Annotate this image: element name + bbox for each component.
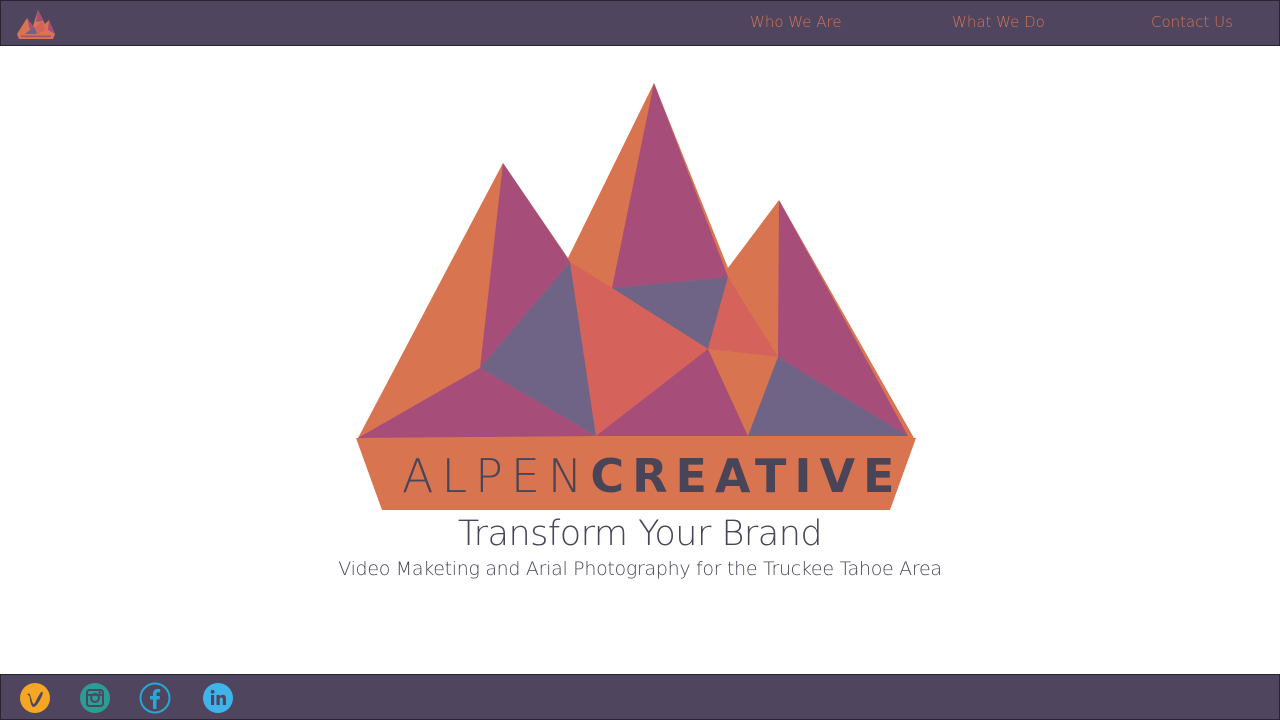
alpen-creative-logo-icon[interactable]	[15, 8, 57, 40]
alpen-creative-hero-logo: ALPENCREATIVE	[356, 83, 916, 510]
vimeo-icon[interactable]	[19, 682, 51, 714]
footer-bar	[0, 674, 1280, 720]
hero-tagline: Transform Your Brand	[457, 514, 823, 554]
logo-wordmark: ALPENCREATIVE	[402, 449, 902, 503]
nav-what-we-do-link[interactable]: What We Do	[952, 13, 1045, 31]
linkedin-icon[interactable]	[202, 682, 234, 714]
logo-word-creative: CREATIVE	[590, 449, 902, 503]
logo-word-alpen: ALPEN	[402, 449, 590, 503]
instagram-icon[interactable]	[79, 682, 111, 714]
nav-contact-us-link[interactable]: Contact Us	[1151, 13, 1233, 31]
top-nav-bar: Who We Are What We Do Contact Us	[0, 0, 1280, 46]
nav-who-we-are-link[interactable]: Who We Are	[750, 13, 842, 31]
facebook-icon[interactable]	[139, 682, 171, 714]
hero-subtagline: Video Maketing and Arial Photography for…	[338, 558, 942, 580]
